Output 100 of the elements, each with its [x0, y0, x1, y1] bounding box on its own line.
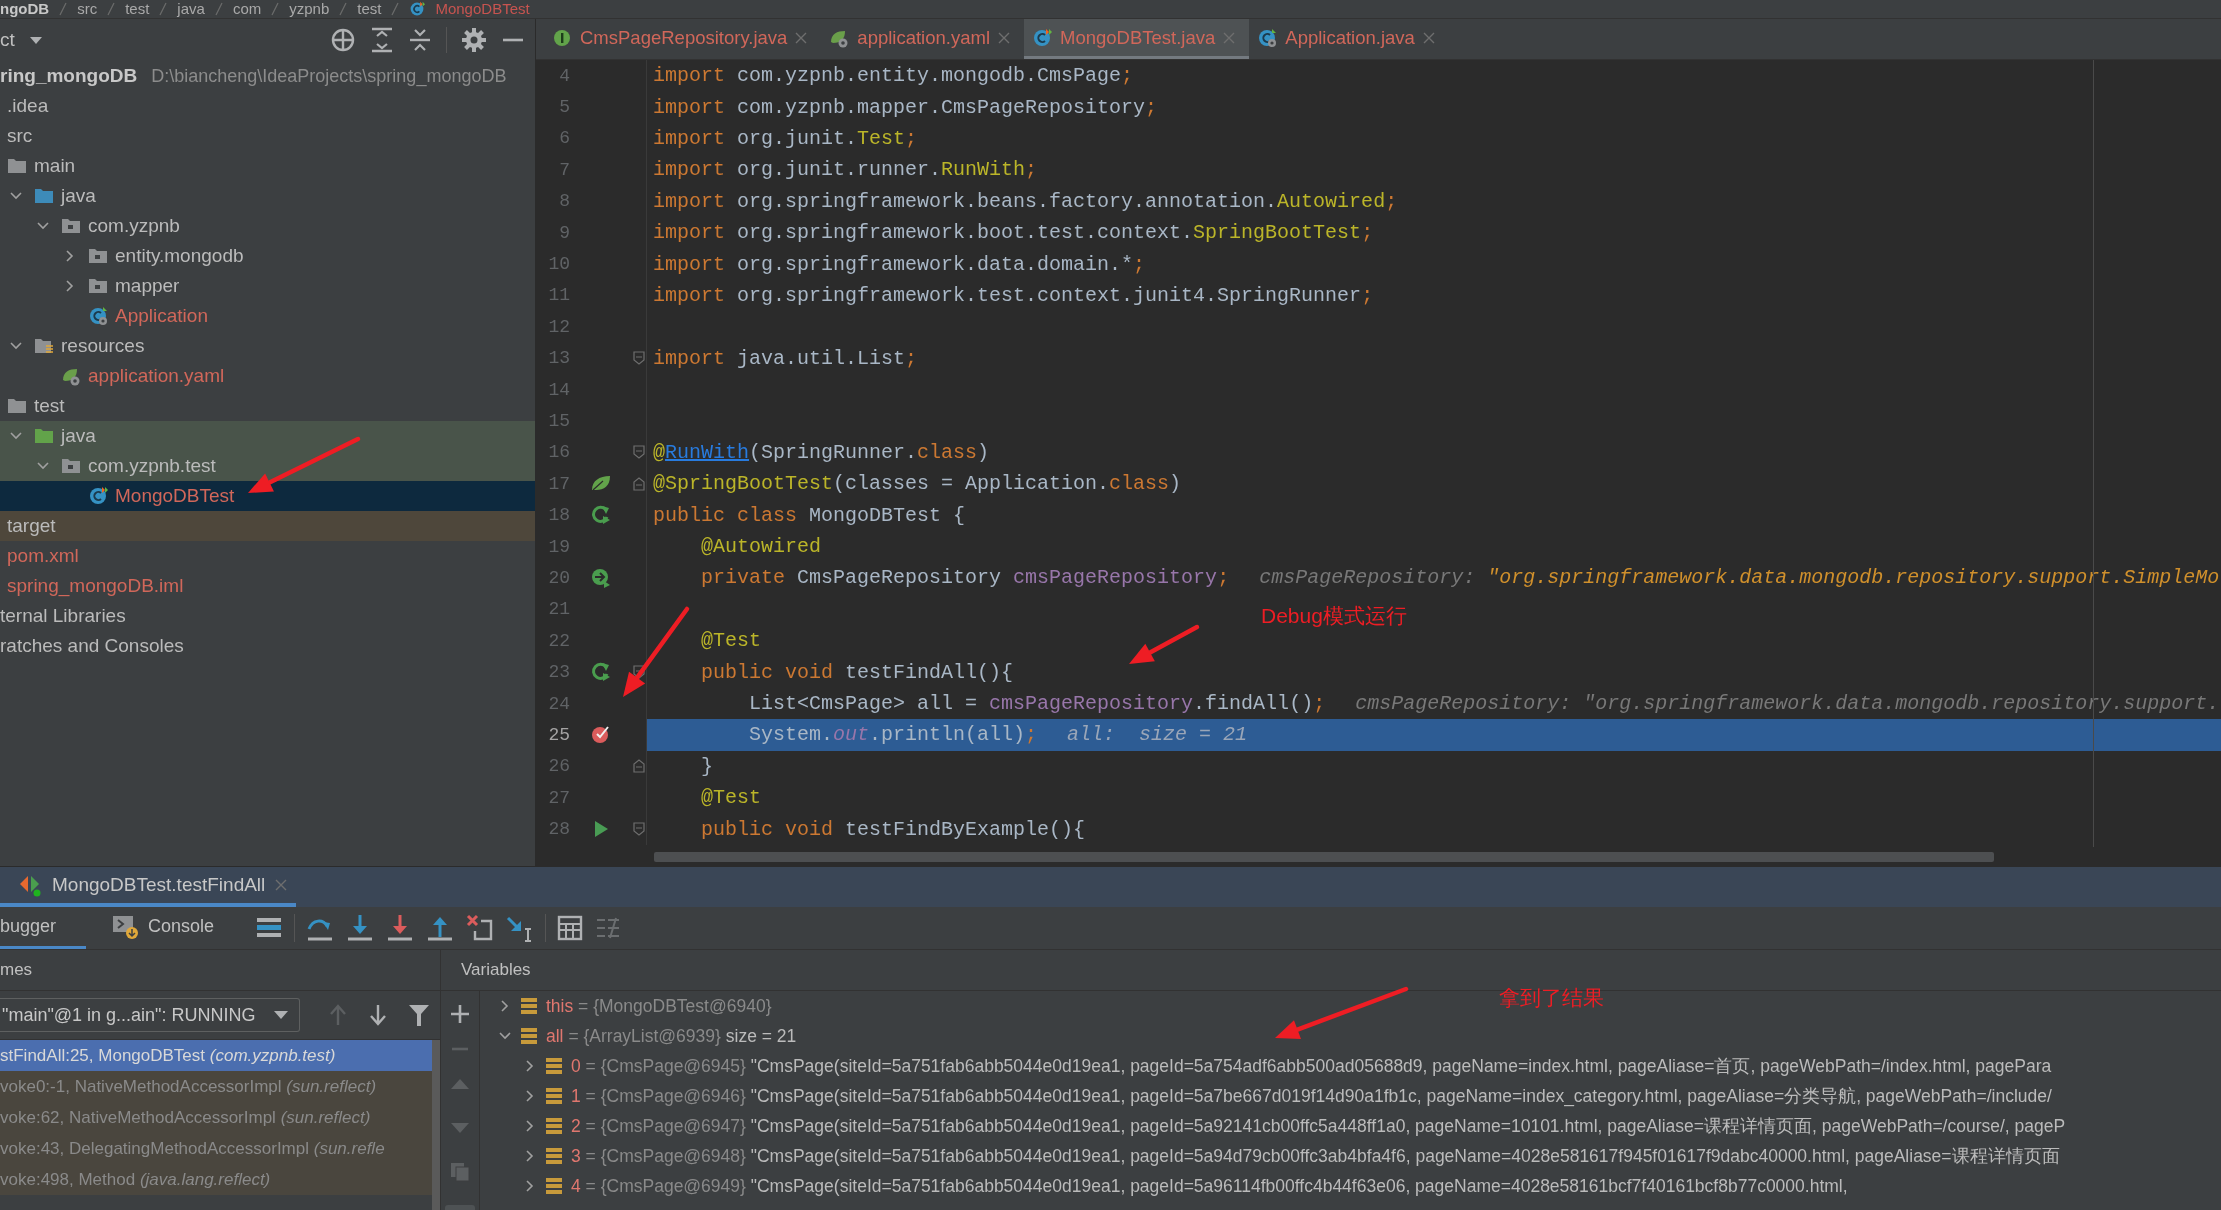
- tree-item[interactable]: src: [7, 125, 33, 147]
- debugger-tab[interactable]: Console: [112, 907, 229, 949]
- frames-title: mes: [0, 960, 33, 980]
- fold-icon[interactable]: [633, 351, 645, 366]
- tree-item[interactable]: Application: [115, 305, 208, 327]
- tree-item[interactable]: MongoDBTest: [115, 485, 235, 507]
- line-number: 5: [558, 97, 570, 118]
- rerun-test-icon[interactable]: [590, 661, 612, 684]
- variable-row[interactable]: this = {MongoDBTest@6940}: [480, 991, 772, 1021]
- collapse-all-icon[interactable]: [408, 27, 432, 53]
- code-line: List<CmsPage> all = cmsPageRepository.findAll();: [748, 692, 1326, 715]
- stack-frame[interactable]: voke:43, DelegatingMethodAccessorImpl (sun.refle: [0, 1133, 432, 1164]
- stack-frame[interactable]: voke:498, Method (java.lang.reflect): [0, 1164, 432, 1195]
- code-line: @Test: [700, 786, 762, 810]
- expand-all-icon[interactable]: [370, 27, 394, 53]
- variable-row[interactable]: all = {ArrayList@6939} size = 21: [480, 1021, 797, 1051]
- tree-item[interactable]: spring_mongoDB.iml: [7, 575, 184, 597]
- breadcrumb-item[interactable]: test: [357, 0, 382, 18]
- view-dropdown[interactable]: ct: [0, 29, 43, 51]
- tree-item[interactable]: ternal Libraries: [0, 605, 126, 627]
- arrow-down-icon[interactable]: [368, 1003, 388, 1027]
- stack-frame[interactable]: voke:62, NativeMethodAccessorImpl (sun.reflect): [0, 1102, 432, 1133]
- filter-icon[interactable]: [408, 1003, 430, 1027]
- class-icon: [88, 486, 108, 506]
- editor-tab[interactable]: CmsPageRepository.java: [544, 19, 822, 59]
- line-number: 14: [547, 379, 570, 400]
- tree-item[interactable]: com.yzpnb.test: [88, 455, 216, 477]
- stack-frame[interactable]: voke0:-1, NativeMethodAccessorImpl (sun.reflect): [0, 1071, 432, 1102]
- tree-item[interactable]: .idea: [7, 95, 49, 117]
- fold-icon[interactable]: [633, 759, 645, 774]
- tree-item[interactable]: resources: [61, 335, 145, 357]
- tree-item[interactable]: entity.mongodb: [115, 245, 244, 267]
- editor-tab[interactable]: Application.java: [1249, 19, 1449, 59]
- tree-item[interactable]: com.yzpnb: [88, 215, 180, 237]
- annotation-note: 拿到了结果: [1499, 985, 1604, 1011]
- tree-item[interactable]: java: [61, 425, 96, 447]
- tree-item[interactable]: mapper: [115, 275, 180, 297]
- line-number: 21: [547, 599, 570, 620]
- tree-item[interactable]: main: [34, 155, 76, 177]
- calculator-icon[interactable]: [556, 914, 585, 942]
- caret-down-icon: [273, 1010, 289, 1020]
- variable-row[interactable]: 2 = {CmsPage@6947} "CmsPage(siteId=5a751fab6abb5044e0d19ea1, pageId=5a92141cb00ffc5a448ff1a0, pageName=10101.html, pageAliase=课程详情页面, pageWebPath=/course/, pageP: [480, 1111, 2066, 1141]
- variable-row[interactable]: 4 = {CmsPage@6949} "CmsPage(siteId=5a751fab6abb5044e0d19ea1, pageId=5a96114fb00ffc4b44f63e06, pageName=4028e58161bcf7f40161bcf8b77c0000.html,: [480, 1171, 1848, 1201]
- remove-icon: [451, 1047, 469, 1051]
- debug-session-tab[interactable]: MongoDBTest.testFindAll: [0, 867, 296, 907]
- fold-icon[interactable]: [633, 665, 645, 680]
- line-number: 23: [547, 662, 570, 683]
- breadcrumb-item[interactable]: test: [125, 0, 150, 18]
- code-line: import org.springframework.data.domain.*;: [653, 252, 1146, 276]
- slash-icon: [391, 2, 400, 16]
- scrollbar-thumb[interactable]: [654, 851, 1994, 862]
- tree-item[interactable]: java: [61, 185, 96, 207]
- line-number: 28: [547, 819, 570, 840]
- tree-item[interactable]: pom.xml: [7, 545, 79, 567]
- code-line: }: [700, 754, 713, 778]
- add-icon[interactable]: [449, 1003, 471, 1025]
- editor-tab[interactable]: application.yaml: [821, 19, 1024, 59]
- line-number: 8: [558, 191, 570, 212]
- line-number: 7: [558, 159, 570, 180]
- fold-icon[interactable]: [633, 822, 645, 837]
- variable-row[interactable]: 3 = {CmsPage@6948} "CmsPage(siteId=5a751fab6abb5044e0d19ea1, pageId=5a94d79cb00ffc3ab4bfa4f6, pageName=4028e581617f945f01617f9dabc40000.html, pageAliase=课程详情页面: [480, 1141, 2060, 1171]
- code-line: import org.junit.runner.RunWith;: [653, 158, 1038, 182]
- tree-item[interactable]: ring_mongoDB: [0, 65, 138, 87]
- stack-frame[interactable]: stFindAll:25, MongoDBTest (com.yzpnb.test): [0, 1040, 432, 1071]
- variable-row[interactable]: 1 = {CmsPage@6946} "CmsPage(siteId=5a751fab6abb5044e0d19ea1, pageId=5a7be667d019f14d90a1fb1c, pageName=index_category.html, pageAliase=分类导航, pageWebPath=/include/: [480, 1081, 2052, 1111]
- debugger-tab[interactable]: bugger: [0, 907, 87, 949]
- line-number: 20: [547, 567, 570, 588]
- close-icon[interactable]: [795, 31, 808, 44]
- tree-item[interactable]: target: [7, 515, 56, 537]
- line-number: 13: [547, 348, 570, 369]
- breadcrumb-item[interactable]: com: [232, 0, 262, 18]
- scrollbar-thumb[interactable]: [432, 1040, 440, 1210]
- breadcrumb-item[interactable]: yzpnb: [289, 0, 330, 18]
- fold-icon[interactable]: [633, 445, 645, 460]
- code-line: @Test: [700, 629, 762, 653]
- breadcrumb-item[interactable]: MongoDBTest: [435, 0, 530, 18]
- thread-dropdown[interactable]: "main"@1 in g...ain": RUNNING: [0, 998, 300, 1032]
- project-path: D:\biancheng\IdeaProjects\spring_mongoDB: [151, 65, 507, 87]
- crosshair-icon[interactable]: [330, 27, 356, 53]
- breadcrumb-item[interactable]: java: [177, 0, 205, 18]
- fold-icon[interactable]: [633, 476, 645, 491]
- rerun-test-icon[interactable]: [590, 504, 612, 527]
- tree-item[interactable]: ratches and Consoles: [0, 635, 184, 657]
- breadcrumb-item[interactable]: ngoDB: [0, 0, 50, 18]
- folder-icon: [34, 426, 54, 446]
- tree-item[interactable]: test: [34, 395, 65, 417]
- class-icon: [409, 1, 426, 17]
- leaf-gear-icon: [61, 366, 81, 386]
- close-icon[interactable]: [998, 31, 1010, 44]
- code-line: import org.springframework.boot.test.context.SpringBootTest;: [653, 221, 1374, 245]
- close-icon[interactable]: [1422, 31, 1435, 44]
- field-icon: [545, 1087, 563, 1105]
- class-icon: [1257, 27, 1278, 48]
- breadcrumb-item[interactable]: src: [77, 0, 98, 18]
- settings-icon[interactable]: [461, 27, 487, 53]
- code-line: import org.junit.Test;: [653, 126, 918, 150]
- bean-icon[interactable]: [590, 566, 612, 589]
- variable-row[interactable]: 0 = {CmsPage@6945} "CmsPage(siteId=5a751fab6abb5044e0d19ea1, pageId=5a754adf6abb500ad05688d9, pageName=index.html, pageAliase=首页, pageWebPath=/index.html, pagePara: [480, 1051, 2052, 1081]
- line-number: 11: [547, 285, 570, 306]
- tree-item[interactable]: application.yaml: [88, 365, 225, 387]
